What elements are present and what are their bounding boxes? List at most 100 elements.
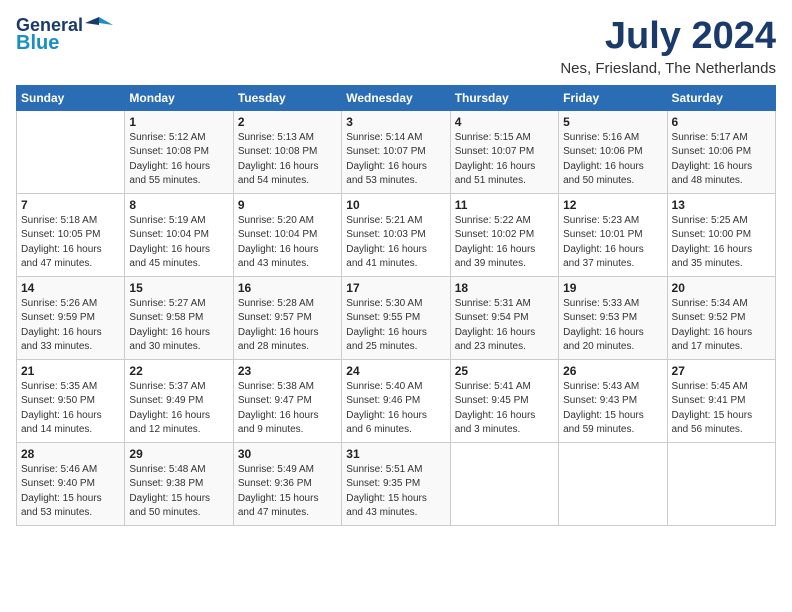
header-cell-tuesday: Tuesday	[233, 85, 341, 110]
day-info: Sunrise: 5:35 AM Sunset: 9:50 PM Dayligh…	[21, 380, 120, 438]
header-row: SundayMondayTuesdayWednesdayThursdayFrid…	[17, 85, 776, 110]
day-cell: 7 Sunrise: 5:18 AM Sunset: 10:05 PM Dayli…	[17, 193, 125, 276]
day-number: 1	[129, 115, 228, 129]
day-info: Sunrise: 5:25 AM Sunset: 10:00 PM Daylig…	[672, 214, 771, 272]
day-number: 29	[129, 447, 228, 461]
day-info: Sunrise: 5:21 AM Sunset: 10:03 PM Daylig…	[346, 214, 445, 272]
day-cell: 2 Sunrise: 5:13 AM Sunset: 10:08 PM Dayli…	[233, 110, 341, 193]
day-cell: 30Sunrise: 5:49 AM Sunset: 9:36 PM Dayli…	[233, 442, 341, 525]
day-number: 20	[672, 281, 771, 295]
day-info: Sunrise: 5:51 AM Sunset: 9:35 PM Dayligh…	[346, 463, 445, 521]
day-number: 7	[21, 198, 120, 212]
day-number: 4	[455, 115, 554, 129]
day-cell	[450, 442, 558, 525]
day-info: Sunrise: 5:45 AM Sunset: 9:41 PM Dayligh…	[672, 380, 771, 438]
day-number: 3	[346, 115, 445, 129]
calendar-header: SundayMondayTuesdayWednesdayThursdayFrid…	[17, 85, 776, 110]
day-number: 28	[21, 447, 120, 461]
week-row-2: 7 Sunrise: 5:18 AM Sunset: 10:05 PM Dayli…	[17, 193, 776, 276]
day-number: 2	[238, 115, 337, 129]
day-number: 9	[238, 198, 337, 212]
day-cell: 3 Sunrise: 5:14 AM Sunset: 10:07 PM Dayli…	[342, 110, 450, 193]
day-number: 31	[346, 447, 445, 461]
day-cell: 9 Sunrise: 5:20 AM Sunset: 10:04 PM Dayli…	[233, 193, 341, 276]
day-info: Sunrise: 5:14 AM Sunset: 10:07 PM Daylig…	[346, 131, 445, 189]
logo-text-blue: Blue	[16, 32, 59, 54]
day-info: Sunrise: 5:33 AM Sunset: 9:53 PM Dayligh…	[563, 297, 662, 355]
day-cell: 13 Sunrise: 5:25 AM Sunset: 10:00 PM Dayl…	[667, 193, 775, 276]
day-info: Sunrise: 5:19 AM Sunset: 10:04 PM Daylig…	[129, 214, 228, 272]
day-cell: 27 Sunrise: 5:45 AM Sunset: 9:41 PM Dayli…	[667, 359, 775, 442]
day-info: Sunrise: 5:22 AM Sunset: 10:02 PM Daylig…	[455, 214, 554, 272]
day-cell: 20 Sunrise: 5:34 AM Sunset: 9:52 PM Dayli…	[667, 276, 775, 359]
day-number: 5	[563, 115, 662, 129]
day-info: Sunrise: 5:40 AM Sunset: 9:46 PM Dayligh…	[346, 380, 445, 438]
header-cell-monday: Monday	[125, 85, 233, 110]
day-cell: 11 Sunrise: 5:22 AM Sunset: 10:02 PM Dayl…	[450, 193, 558, 276]
day-number: 19	[563, 281, 662, 295]
day-cell: 23 Sunrise: 5:38 AM Sunset: 9:47 PM Dayli…	[233, 359, 341, 442]
day-cell: 1 Sunrise: 5:12 AM Sunset: 10:08 PM Dayli…	[125, 110, 233, 193]
day-number: 14	[21, 281, 120, 295]
day-info: Sunrise: 5:18 AM Sunset: 10:05 PM Daylig…	[21, 214, 120, 272]
calendar-table: SundayMondayTuesdayWednesdayThursdayFrid…	[16, 85, 776, 526]
day-cell	[559, 442, 667, 525]
day-cell: 10 Sunrise: 5:21 AM Sunset: 10:03 PM Dayl…	[342, 193, 450, 276]
day-info: Sunrise: 5:27 AM Sunset: 9:58 PM Dayligh…	[129, 297, 228, 355]
day-cell: 25 Sunrise: 5:41 AM Sunset: 9:45 PM Dayli…	[450, 359, 558, 442]
header-cell-thursday: Thursday	[450, 85, 558, 110]
day-cell: 14 Sunrise: 5:26 AM Sunset: 9:59 PM Dayli…	[17, 276, 125, 359]
day-info: Sunrise: 5:43 AM Sunset: 9:43 PM Dayligh…	[563, 380, 662, 438]
day-cell: 17Sunrise: 5:30 AM Sunset: 9:55 PM Dayli…	[342, 276, 450, 359]
day-cell: 19 Sunrise: 5:33 AM Sunset: 9:53 PM Dayli…	[559, 276, 667, 359]
header-cell-friday: Friday	[559, 85, 667, 110]
title-area: July 2024 Nes, Friesland, The Netherland…	[560, 16, 776, 77]
day-number: 25	[455, 364, 554, 378]
week-row-5: 28 Sunrise: 5:46 AM Sunset: 9:40 PM Dayli…	[17, 442, 776, 525]
logo-bird-icon	[85, 15, 113, 35]
day-info: Sunrise: 5:31 AM Sunset: 9:54 PM Dayligh…	[455, 297, 554, 355]
day-number: 12	[563, 198, 662, 212]
day-number: 24	[346, 364, 445, 378]
week-row-3: 14 Sunrise: 5:26 AM Sunset: 9:59 PM Dayli…	[17, 276, 776, 359]
day-info: Sunrise: 5:41 AM Sunset: 9:45 PM Dayligh…	[455, 380, 554, 438]
week-row-1: 1 Sunrise: 5:12 AM Sunset: 10:08 PM Dayli…	[17, 110, 776, 193]
day-number: 26	[563, 364, 662, 378]
day-number: 15	[129, 281, 228, 295]
day-number: 16	[238, 281, 337, 295]
logo: General Blue	[16, 16, 113, 54]
day-info: Sunrise: 5:48 AM Sunset: 9:38 PM Dayligh…	[129, 463, 228, 521]
day-cell: 18 Sunrise: 5:31 AM Sunset: 9:54 PM Dayli…	[450, 276, 558, 359]
day-info: Sunrise: 5:46 AM Sunset: 9:40 PM Dayligh…	[21, 463, 120, 521]
day-info: Sunrise: 5:20 AM Sunset: 10:04 PM Daylig…	[238, 214, 337, 272]
day-number: 13	[672, 198, 771, 212]
day-cell: 28 Sunrise: 5:46 AM Sunset: 9:40 PM Dayli…	[17, 442, 125, 525]
day-cell: 24 Sunrise: 5:40 AM Sunset: 9:46 PM Dayli…	[342, 359, 450, 442]
day-cell: 31 Sunrise: 5:51 AM Sunset: 9:35 PM Dayli…	[342, 442, 450, 525]
day-cell	[667, 442, 775, 525]
day-number: 27	[672, 364, 771, 378]
day-info: Sunrise: 5:38 AM Sunset: 9:47 PM Dayligh…	[238, 380, 337, 438]
week-row-4: 21 Sunrise: 5:35 AM Sunset: 9:50 PM Dayli…	[17, 359, 776, 442]
day-info: Sunrise: 5:13 AM Sunset: 10:08 PM Daylig…	[238, 131, 337, 189]
header-cell-saturday: Saturday	[667, 85, 775, 110]
page-header: General Blue July 2024 Nes, Friesland, T…	[16, 16, 776, 77]
day-info: Sunrise: 5:37 AM Sunset: 9:49 PM Dayligh…	[129, 380, 228, 438]
day-info: Sunrise: 5:49 AM Sunset: 9:36 PM Dayligh…	[238, 463, 337, 521]
day-info: Sunrise: 5:34 AM Sunset: 9:52 PM Dayligh…	[672, 297, 771, 355]
day-cell: 5 Sunrise: 5:16 AM Sunset: 10:06 PM Dayli…	[559, 110, 667, 193]
day-cell: 21 Sunrise: 5:35 AM Sunset: 9:50 PM Dayli…	[17, 359, 125, 442]
day-info: Sunrise: 5:16 AM Sunset: 10:06 PM Daylig…	[563, 131, 662, 189]
day-number: 11	[455, 198, 554, 212]
day-number: 10	[346, 198, 445, 212]
day-info: Sunrise: 5:23 AM Sunset: 10:01 PM Daylig…	[563, 214, 662, 272]
day-cell: 12 Sunrise: 5:23 AM Sunset: 10:01 PM Dayl…	[559, 193, 667, 276]
day-number: 6	[672, 115, 771, 129]
day-info: Sunrise: 5:12 AM Sunset: 10:08 PM Daylig…	[129, 131, 228, 189]
subtitle: Nes, Friesland, The Netherlands	[560, 60, 776, 77]
day-cell: 8Sunrise: 5:19 AM Sunset: 10:04 PM Dayli…	[125, 193, 233, 276]
day-number: 23	[238, 364, 337, 378]
day-number: 18	[455, 281, 554, 295]
day-info: Sunrise: 5:26 AM Sunset: 9:59 PM Dayligh…	[21, 297, 120, 355]
day-number: 21	[21, 364, 120, 378]
